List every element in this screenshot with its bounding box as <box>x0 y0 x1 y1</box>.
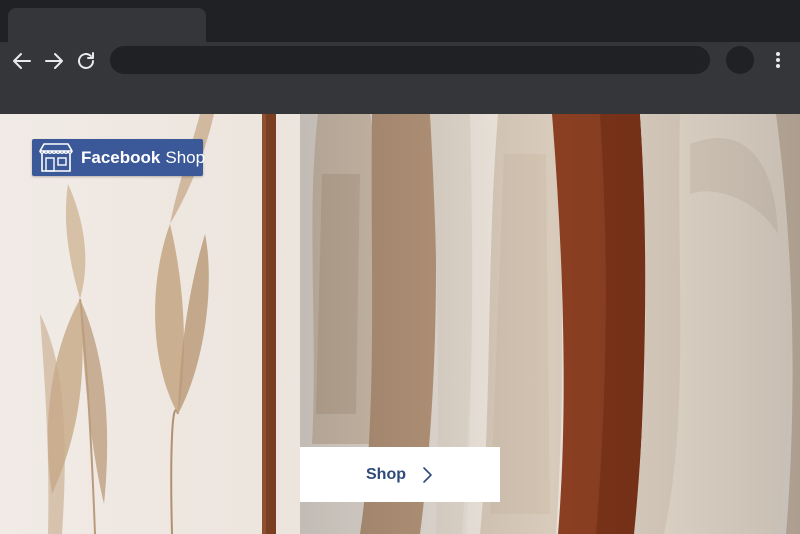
back-button[interactable] <box>10 49 34 73</box>
menu-button[interactable] <box>770 48 786 72</box>
storefront-icon <box>37 142 75 173</box>
shop-button-label: Shop <box>366 465 406 483</box>
back-arrow-icon <box>13 53 31 69</box>
reload-button[interactable] <box>74 49 98 73</box>
reload-icon <box>78 52 94 69</box>
profile-avatar[interactable] <box>726 46 754 74</box>
logo-text: Facebook Shop <box>81 139 205 176</box>
browser-toolbar <box>0 42 800 114</box>
hero-section: Facebook Shop Shop <box>0 114 800 534</box>
tab-strip <box>0 0 800 42</box>
kebab-menu-icon <box>776 52 780 68</box>
logo-brand: Facebook <box>81 148 161 167</box>
logo-product: Shop <box>165 148 206 167</box>
forward-arrow-icon <box>45 53 63 69</box>
address-bar[interactable] <box>110 46 710 74</box>
browser-tab[interactable] <box>8 8 206 42</box>
shop-button[interactable]: Shop <box>300 447 500 502</box>
forward-button[interactable] <box>42 49 66 73</box>
facebook-shop-logo[interactable]: Facebook Shop <box>32 139 205 176</box>
chevron-right-icon <box>423 466 432 483</box>
